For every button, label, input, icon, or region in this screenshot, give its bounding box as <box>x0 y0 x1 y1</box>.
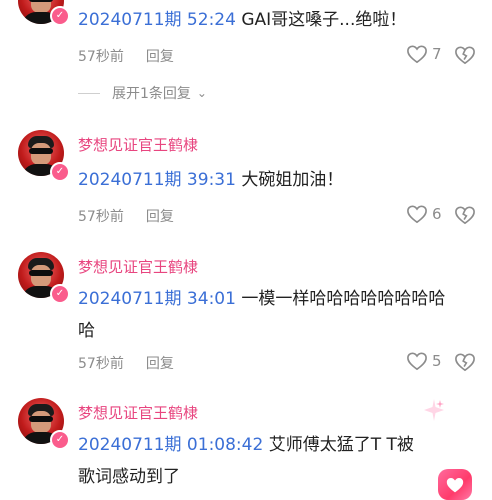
verified-badge-icon: ✓ <box>50 6 70 26</box>
comment-text[interactable]: 20240711期 34:01 一模一样哈哈哈哈哈哈哈哈哈 <box>78 283 458 347</box>
dislike-button[interactable] <box>454 205 476 229</box>
username[interactable]: 梦想见证官王鹤棣 <box>78 402 198 423</box>
chevron-down-icon: ⌄ <box>196 86 207 100</box>
verified-badge-icon: ✓ <box>50 430 70 450</box>
reply-button[interactable]: 回复 <box>146 49 174 65</box>
username[interactable]: 梦想见证官王鹤棣 <box>78 134 198 155</box>
comment-meta: 57秒前 回复 <box>78 46 174 66</box>
timestamp-link[interactable]: 20240711期 34:01 <box>78 289 236 309</box>
expand-replies-label: 展开1条回复 <box>112 86 191 102</box>
timestamp-link[interactable]: 20240711期 01:08:42 <box>78 435 263 455</box>
comment-meta: 57秒前 回复 <box>78 353 174 373</box>
time-ago: 57秒前 <box>78 356 124 372</box>
expand-replies-button[interactable]: 展开1条回复 ⌄ <box>78 82 207 104</box>
like-count: 6 <box>432 205 442 223</box>
dislike-button[interactable] <box>454 352 476 376</box>
time-ago: 57秒前 <box>78 49 124 65</box>
timestamp-link[interactable]: 20240711期 39:31 <box>78 170 236 190</box>
broken-heart-icon <box>455 353 475 372</box>
like-count: 5 <box>432 352 442 370</box>
divider-line <box>78 92 100 94</box>
like-count: 7 <box>432 45 442 63</box>
heart-outline-icon <box>407 45 427 64</box>
heart-filled-icon <box>446 477 464 492</box>
heart-outline-icon <box>407 205 427 224</box>
verified-badge-icon: ✓ <box>50 284 70 304</box>
reply-button[interactable]: 回复 <box>146 209 174 225</box>
dislike-button[interactable] <box>454 45 476 69</box>
timestamp-link[interactable]: 20240711期 52:24 <box>78 10 236 30</box>
comment-text[interactable]: 20240711期 39:31 大碗姐加油！ <box>78 164 458 196</box>
like-float-button[interactable] <box>438 469 472 500</box>
sparkle-icon <box>424 399 444 421</box>
comment-meta: 57秒前 回复 <box>78 206 174 226</box>
username[interactable]: 梦想见证官王鹤棣 <box>78 256 198 277</box>
like-button[interactable]: 5 <box>406 351 442 371</box>
like-button[interactable]: 6 <box>406 204 442 224</box>
heart-outline-icon <box>407 352 427 371</box>
broken-heart-icon <box>455 46 475 65</box>
reply-button[interactable]: 回复 <box>146 356 174 372</box>
broken-heart-icon <box>455 206 475 225</box>
like-button[interactable]: 7 <box>406 44 442 64</box>
comment-body: 大碗姐加油！ <box>235 170 344 190</box>
comment-text[interactable]: 20240711期 52:24 GAI哥这嗓子...绝啦！ <box>78 4 458 36</box>
comment-text[interactable]: 20240711期 01:08:42 艾师傅太猛了T T被歌词感动到了 <box>78 429 428 493</box>
time-ago: 57秒前 <box>78 209 124 225</box>
verified-badge-icon: ✓ <box>50 162 70 182</box>
comment-body: GAI哥这嗓子...绝啦！ <box>235 10 407 30</box>
